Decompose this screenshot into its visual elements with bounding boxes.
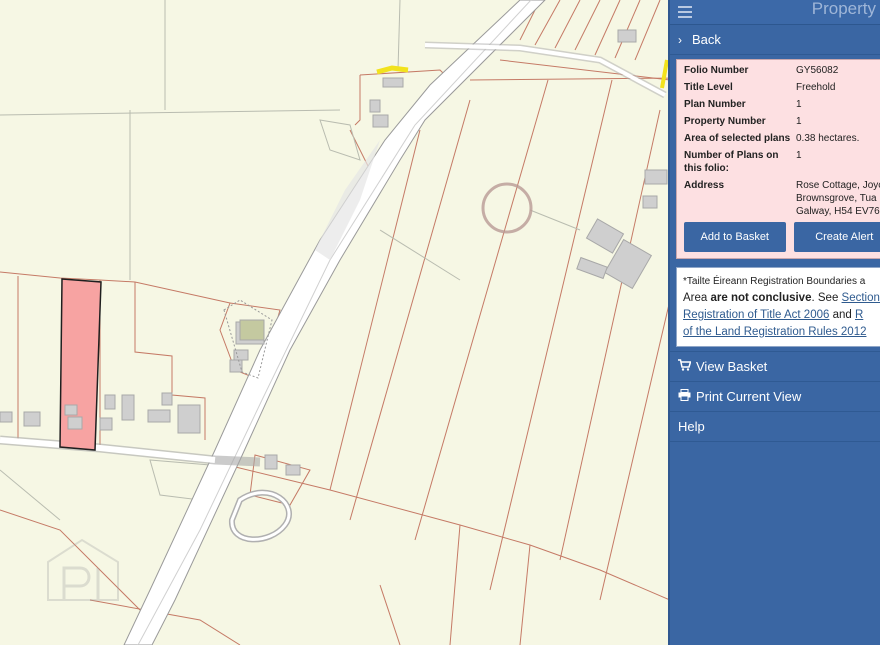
area-label: Area of selected plans xyxy=(684,133,791,144)
property-panel: Property › Back Folio Number GY56082 Title… xyxy=(668,0,880,645)
printer-icon xyxy=(678,382,696,411)
area-value: 0.38 hectares. xyxy=(796,133,860,144)
registration-act-link[interactable]: Registration of Title Act 2006 xyxy=(683,309,829,321)
title-level-value: Freehold xyxy=(796,82,836,93)
menu-icon[interactable] xyxy=(678,3,692,21)
section-link[interactable]: Section 6 xyxy=(842,292,880,304)
back-label: Back xyxy=(692,32,721,47)
address-label: Address xyxy=(684,180,725,191)
plan-number-row: Plan Number 1 xyxy=(684,98,880,111)
create-alert-button[interactable]: Create Alert xyxy=(793,222,880,252)
disclaimer-bold: are not conclusive xyxy=(710,292,812,304)
help-label: Help xyxy=(678,419,705,434)
address-row: Address Rose Cottage, Joyc Brownsgrove, Tu… xyxy=(684,179,880,218)
add-to-basket-button[interactable]: Add to Basket xyxy=(684,222,786,252)
title-level-row: Title Level Freehold xyxy=(684,81,880,94)
rule-link[interactable]: R xyxy=(855,309,863,321)
address-line: Brownsgrove, Tua xyxy=(796,193,877,204)
view-basket-label: View Basket xyxy=(696,359,768,374)
print-current-view-button[interactable]: Print Current View xyxy=(670,382,880,412)
plans-count-row: Number of Plans on this folio: 1 xyxy=(684,149,880,175)
panel-title: Property xyxy=(811,0,876,18)
disclaimer-area: Area xyxy=(683,292,708,304)
disclaimer-see: . See xyxy=(811,292,839,304)
boundary-disclaimer: *Tailte Éireann Registration Boundaries … xyxy=(676,267,880,347)
land-registration-rules-link[interactable]: of the Land Registration Rules 2012 xyxy=(683,326,866,338)
property-number-label: Property Number xyxy=(684,116,766,127)
plans-count-label: Number of Plans on this folio: xyxy=(684,150,779,174)
property-number-row: Property Number 1 xyxy=(684,115,880,128)
address-line: Rose Cottage, Joyc xyxy=(796,180,880,191)
address-line: Galway, H54 EV76 xyxy=(796,206,880,217)
print-label: Print Current View xyxy=(696,389,802,404)
panel-header: Property xyxy=(670,0,880,25)
plan-number-label: Plan Number xyxy=(684,99,746,110)
folio-number-value: GY56082 xyxy=(796,65,839,76)
back-button[interactable]: › Back xyxy=(670,25,880,55)
property-number-value: 1 xyxy=(796,116,802,127)
disclaimer-and: and xyxy=(832,309,852,321)
area-row: Area of selected plans 0.38 hectares. xyxy=(684,132,880,145)
folio-number-label: Folio Number xyxy=(684,65,749,76)
plan-number-value: 1 xyxy=(796,99,802,110)
folio-number-row: Folio Number GY56082 xyxy=(684,64,880,77)
help-button[interactable]: Help xyxy=(670,412,880,442)
map-view[interactable] xyxy=(0,0,670,645)
map-canvas[interactable] xyxy=(0,0,670,645)
plans-count-value: 1 xyxy=(796,150,802,161)
chevron-right-icon: › xyxy=(678,33,682,47)
cart-icon xyxy=(678,352,696,381)
address-value: Rose Cottage, Joyc Brownsgrove, Tua Galway… xyxy=(796,179,880,218)
disclaimer-line1: *Tailte Éireann Registration Boundaries … xyxy=(683,276,866,287)
view-basket-button[interactable]: View Basket xyxy=(670,351,880,382)
title-level-label: Title Level xyxy=(684,82,733,93)
folio-info-card: Folio Number GY56082 Title Level Freehold … xyxy=(676,59,880,259)
